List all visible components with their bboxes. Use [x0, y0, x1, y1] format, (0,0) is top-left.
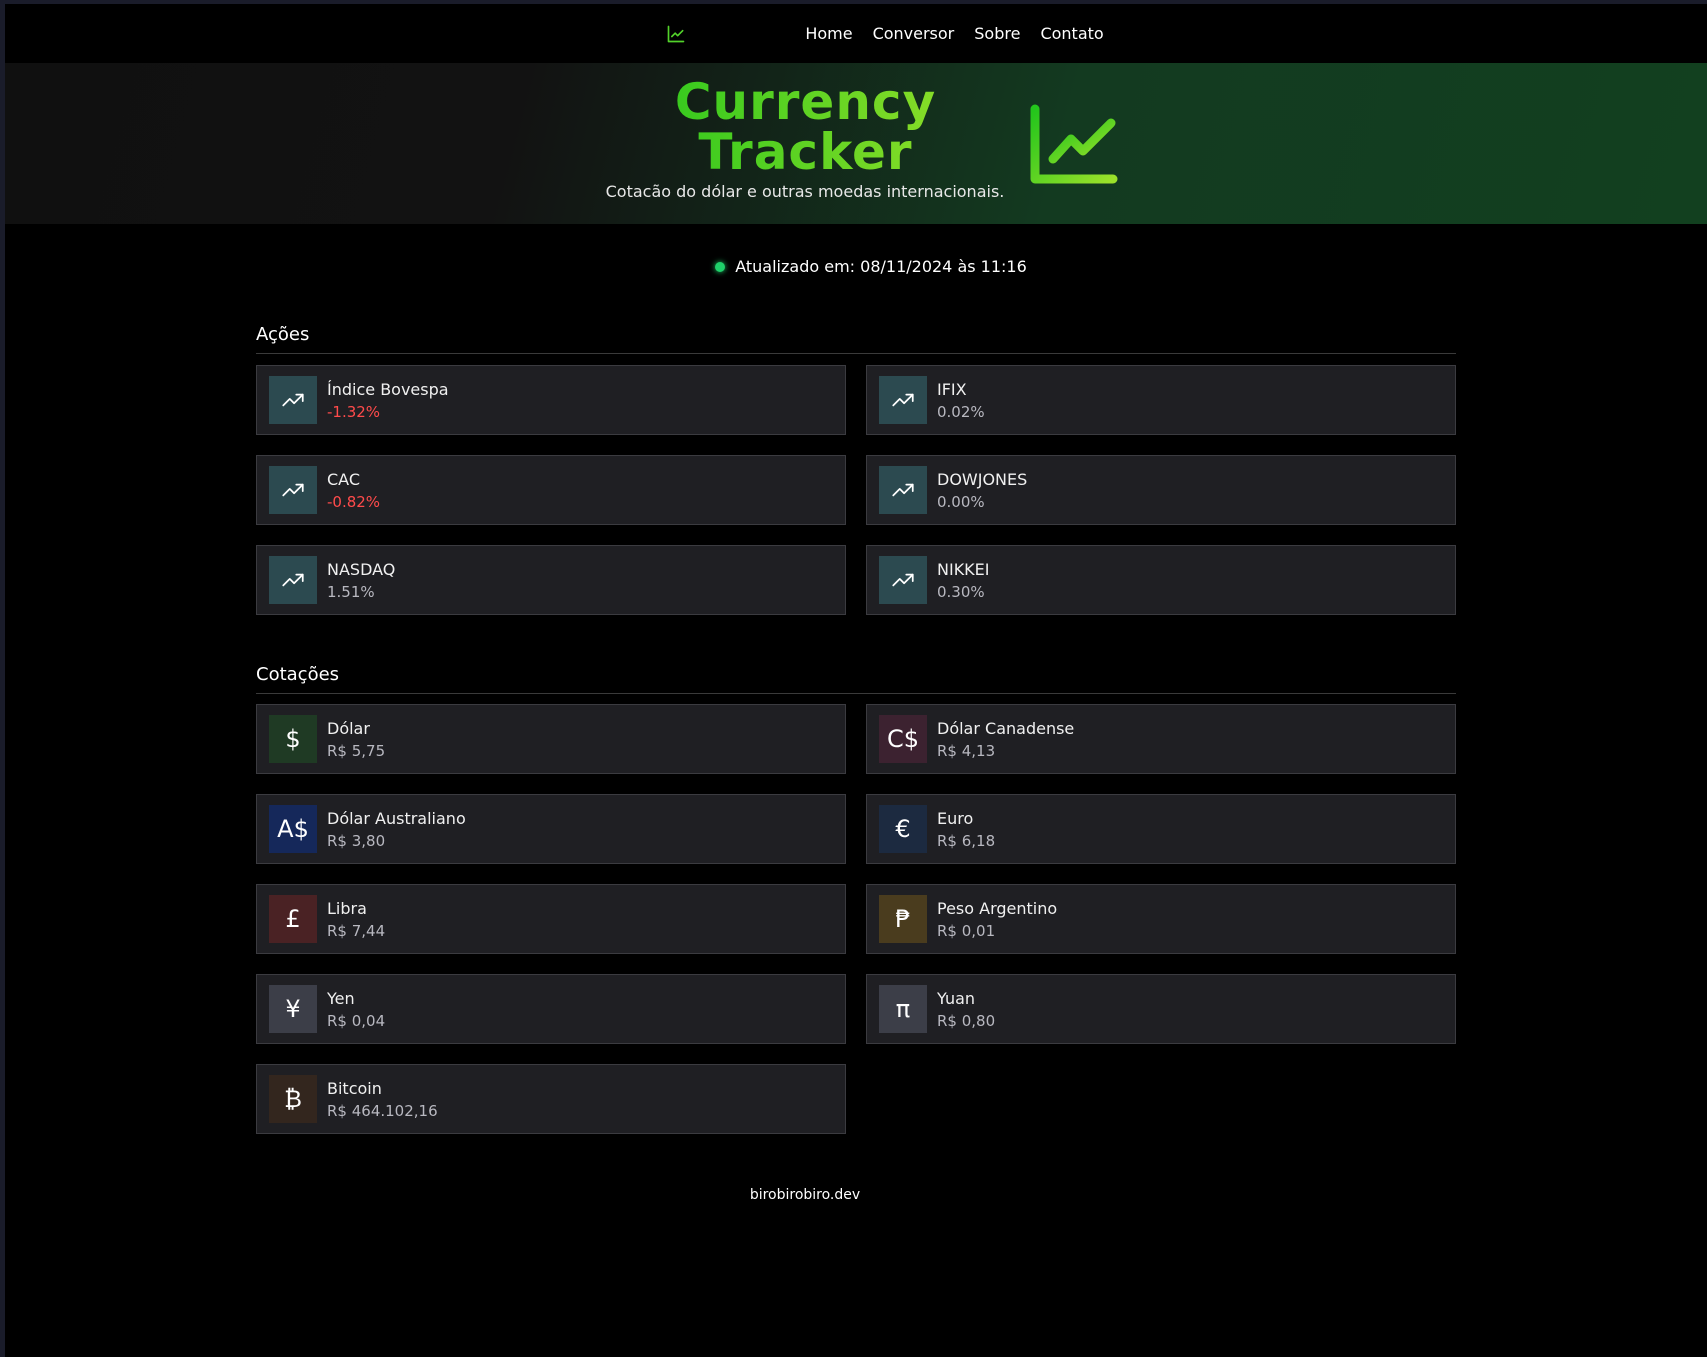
hero-banner: Currency Tracker Cotacão do dólar e outr…	[5, 63, 1707, 224]
title-line-1: Currency	[674, 73, 937, 131]
currency-card[interactable]: ₿ Bitcoin R$ 464.102,16	[256, 1064, 846, 1134]
stock-card[interactable]: NIKKEI 0.30%	[866, 545, 1456, 615]
stock-card[interactable]: Índice Bovespa -1.32%	[256, 365, 846, 435]
currency-symbol-icon: ₱	[879, 895, 927, 943]
currency-name: Dólar Australiano	[327, 808, 466, 828]
stock-change: -0.82%	[327, 492, 381, 511]
currency-symbol-icon: C$	[879, 715, 927, 763]
stock-card[interactable]: IFIX 0.02%	[866, 365, 1456, 435]
currency-value: R$ 6,18	[937, 831, 996, 850]
app-frame: Home Conversor Sobre Contato Currency Tr…	[5, 4, 1707, 1357]
footer-credit[interactable]: birobirobiro.dev	[5, 1187, 1605, 1203]
currency-name: Peso Argentino	[937, 898, 1058, 918]
currency-symbol-icon: $	[269, 715, 317, 763]
chart-line-icon[interactable]	[666, 24, 686, 44]
status-dot	[715, 261, 726, 272]
card-text: Índice Bovespa -1.32%	[327, 380, 449, 421]
currency-value: R$ 0,01	[937, 921, 996, 940]
trending-up-icon	[269, 376, 317, 424]
currency-value: R$ 5,75	[327, 741, 386, 760]
stock-name: Índice Bovespa	[327, 379, 449, 399]
currency-value: R$ 0,04	[327, 1011, 386, 1030]
stock-change: -1.32%	[327, 402, 381, 421]
stock-change: 0.00%	[937, 492, 985, 511]
stock-change: 0.02%	[937, 402, 985, 421]
acoes-grid: Índice Bovespa -1.32% IFIX 0.02% CAC -0.82% DO…	[256, 365, 1456, 615]
currency-symbol-icon: π	[879, 985, 927, 1033]
currency-value: R$ 7,44	[327, 921, 386, 940]
section-title-acoes: Ações	[256, 324, 1456, 354]
currency-symbol-icon: ₿	[269, 1075, 317, 1123]
stock-name: NIKKEI	[937, 559, 990, 579]
currency-value: R$ 464.102,16	[327, 1101, 438, 1120]
card-text: Libra R$ 7,44	[327, 899, 385, 940]
trending-up-icon	[269, 556, 317, 604]
page-title: Currency Tracker	[603, 77, 1008, 177]
card-text: Euro R$ 6,18	[937, 809, 995, 850]
stock-name: DOWJONES	[937, 469, 1028, 489]
card-text: Bitcoin R$ 464.102,16	[327, 1079, 438, 1120]
stock-name: IFIX	[937, 379, 967, 399]
currency-name: Dólar Canadense	[937, 718, 1075, 738]
nav-home[interactable]: Home	[805, 24, 852, 43]
currency-symbol-icon: A$	[269, 805, 317, 853]
currency-name: Yuan	[937, 988, 976, 1008]
currency-value: R$ 4,13	[937, 741, 996, 760]
currency-symbol-icon: €	[879, 805, 927, 853]
card-text: Yen R$ 0,04	[327, 989, 385, 1030]
currency-symbol-icon: £	[269, 895, 317, 943]
currency-value: R$ 3,80	[327, 831, 386, 850]
card-text: IFIX 0.02%	[937, 380, 985, 421]
stock-card[interactable]: DOWJONES 0.00%	[866, 455, 1456, 525]
stock-change: 1.51%	[327, 582, 375, 601]
top-nav: Home Conversor Sobre Contato	[5, 4, 1707, 63]
status-text: Atualizado em: 08/11/2024 às 11:16	[735, 257, 1027, 276]
nav-sobre[interactable]: Sobre	[974, 24, 1020, 43]
card-text: DOWJONES 0.00%	[937, 470, 1027, 511]
stock-change: 0.30%	[937, 582, 985, 601]
currency-name: Dólar	[327, 718, 370, 738]
page-subtitle: Cotacão do dólar e outras moedas interna…	[605, 182, 1005, 201]
stock-card[interactable]: NASDAQ 1.51%	[256, 545, 846, 615]
card-text: Peso Argentino R$ 0,01	[937, 899, 1057, 940]
card-text: Dólar Canadense R$ 4,13	[937, 719, 1074, 760]
currency-card[interactable]: ₱ Peso Argentino R$ 0,01	[866, 884, 1456, 954]
currency-name: Euro	[937, 808, 974, 828]
currency-symbol-icon: ¥	[269, 985, 317, 1033]
card-text: NASDAQ 1.51%	[327, 560, 395, 601]
nav-conversor[interactable]: Conversor	[873, 24, 955, 43]
currency-name: Yen	[327, 988, 355, 1008]
card-text: NIKKEI 0.30%	[937, 560, 990, 601]
nav-contato[interactable]: Contato	[1040, 24, 1103, 43]
trending-up-icon	[879, 466, 927, 514]
trending-up-icon	[879, 376, 927, 424]
update-status: Atualizado em: 08/11/2024 às 11:16	[5, 257, 1707, 276]
currency-value: R$ 0,80	[937, 1011, 996, 1030]
trending-up-icon	[269, 466, 317, 514]
stock-name: NASDAQ	[327, 559, 396, 579]
currency-card[interactable]: € Euro R$ 6,18	[866, 794, 1456, 864]
section-title-cotacoes: Cotações	[256, 664, 1456, 694]
currency-card[interactable]: C$ Dólar Canadense R$ 4,13	[866, 704, 1456, 774]
chart-line-icon	[1030, 104, 1118, 184]
card-text: Yuan R$ 0,80	[937, 989, 995, 1030]
title-line-2: Tracker	[698, 123, 913, 181]
currency-card[interactable]: ¥ Yen R$ 0,04	[256, 974, 846, 1044]
currency-name: Bitcoin	[327, 1078, 382, 1098]
currency-card[interactable]: $ Dólar R$ 5,75	[256, 704, 846, 774]
trending-up-icon	[879, 556, 927, 604]
stock-card[interactable]: CAC -0.82%	[256, 455, 846, 525]
currency-card[interactable]: £ Libra R$ 7,44	[256, 884, 846, 954]
card-text: Dólar R$ 5,75	[327, 719, 385, 760]
currency-card[interactable]: π Yuan R$ 0,80	[866, 974, 1456, 1044]
currency-card[interactable]: A$ Dólar Australiano R$ 3,80	[256, 794, 846, 864]
cotacoes-grid: $ Dólar R$ 5,75 C$ Dólar Canadense R$ 4,13 A$ D…	[256, 704, 1456, 1134]
card-text: CAC -0.82%	[327, 470, 380, 511]
stock-name: CAC	[327, 469, 361, 489]
card-text: Dólar Australiano R$ 3,80	[327, 809, 466, 850]
currency-name: Libra	[327, 898, 367, 918]
nav-links: Home Conversor Sobre Contato	[805, 24, 1103, 43]
